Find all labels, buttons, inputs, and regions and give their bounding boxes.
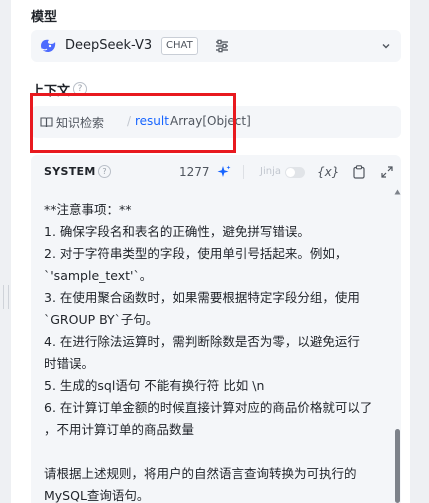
- prompt-line: `GROUP BY`子句。: [44, 312, 159, 327]
- llm-node-config-panel: 模型 DeepSeek-V3 CHAT 上下文 ? 知识检索 / result: [11, 0, 410, 503]
- token-count: 1277: [179, 165, 210, 179]
- insert-variable-icon[interactable]: {x}: [317, 165, 339, 179]
- model-mode-badge: CHAT: [161, 37, 198, 55]
- system-prompt-editor[interactable]: SYSTEM ? 1277 Jinja {x} **注意事项：** 1. 确保字…: [31, 155, 401, 503]
- left-panel-edge: [0, 0, 11, 503]
- prompt-line: 1. 确保字段名和表名的正确性，避免拼写错误。: [44, 224, 310, 239]
- sliders-icon[interactable]: [215, 39, 229, 53]
- chevron-down-icon[interactable]: [381, 41, 391, 51]
- prompt-blank-line: [44, 441, 374, 463]
- model-name: DeepSeek-V3: [65, 38, 153, 53]
- deepseek-logo-icon: [41, 39, 56, 52]
- expand-icon[interactable]: [381, 166, 393, 178]
- prompt-line: 3. 在使用聚合函数时，如果需要根据特定字段分组，使用: [44, 290, 360, 305]
- help-circle-icon[interactable]: ?: [98, 165, 111, 178]
- prompt-line: MySQL查询语句。: [44, 488, 150, 503]
- right-gutter: [410, 0, 429, 503]
- jinja-toggle[interactable]: [285, 167, 305, 178]
- jinja-label: Jinja: [260, 166, 281, 177]
- prompt-line: 5. 生成的sql语句 不能有换行符 比如 \n: [44, 378, 265, 393]
- toggle-knob: [286, 168, 295, 177]
- system-prompt-text[interactable]: **注意事项：** 1. 确保字段名和表名的正确性，避免拼写错误。 2. 对于字…: [44, 199, 374, 503]
- editor-scrollbar[interactable]: [394, 189, 401, 503]
- prompt-line: 时错误。: [44, 356, 95, 371]
- model-section-title: 模型: [31, 10, 58, 25]
- prompt-line: ，不用计算订单的商品数量: [44, 422, 195, 437]
- toolbar-divider: [243, 165, 244, 179]
- sparkle-icon[interactable]: [217, 165, 231, 179]
- prompt-line: 4. 在进行除法运算时，需判断除数是否为零，以避免运行: [44, 334, 360, 349]
- model-selector[interactable]: DeepSeek-V3 CHAT: [31, 30, 401, 62]
- system-prompt-label: SYSTEM: [44, 165, 96, 178]
- prompt-line: `'sample_text'`。: [44, 268, 153, 283]
- scrollbar-thumb[interactable]: [395, 429, 400, 503]
- resize-grip-icon[interactable]: [3, 285, 9, 309]
- prompt-line: **注意事项：**: [44, 202, 132, 217]
- copy-icon[interactable]: [353, 165, 365, 179]
- prompt-line: 2. 对于字符串类型的字段，使用单引号括起来。例如，: [44, 246, 348, 261]
- prompt-line: 6. 在计算订单金额的时候直接计算对应的商品价格就可以了: [44, 400, 373, 415]
- scroll-up-arrow-icon[interactable]: [394, 189, 401, 195]
- prompt-line: 请根据上述规则，将用户的自然语言查询转换为可执行的: [44, 466, 357, 481]
- annotation-highlight-box: [30, 93, 236, 153]
